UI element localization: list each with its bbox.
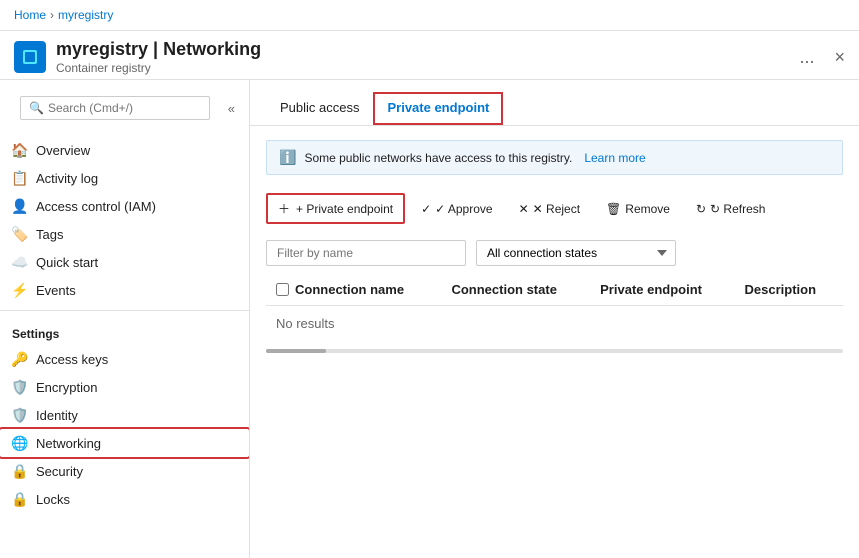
header-title-block: myregistry | Networking Container regist… xyxy=(56,39,789,75)
sidebar-divider xyxy=(0,310,249,311)
breadcrumb-separator: › xyxy=(50,8,54,22)
close-button[interactable]: × xyxy=(834,47,845,68)
sidebar-item-label: Identity xyxy=(36,408,78,423)
refresh-button[interactable]: ↻ ↻ Refresh xyxy=(686,197,775,221)
info-banner: ℹ️ Some public networks have access to t… xyxy=(266,140,843,175)
sidebar-item-label: Security xyxy=(36,464,83,479)
sidebar-item-access-keys[interactable]: 🔑 Access keys xyxy=(0,345,249,373)
quick-start-icon: ☁️ xyxy=(12,254,28,270)
sidebar: 🔍 « 🏠 Overview 📋 Activity log 👤 Access c… xyxy=(0,80,250,558)
breadcrumb: Home › myregistry xyxy=(14,8,113,22)
resource-icon xyxy=(14,41,46,73)
sidebar-item-label: Access control (IAM) xyxy=(36,199,156,214)
tags-icon: 🏷️ xyxy=(12,226,28,242)
identity-icon: 🛡️ xyxy=(12,407,28,423)
refresh-icon: ↻ xyxy=(696,202,706,216)
plus-icon: ＋ xyxy=(278,200,290,217)
content-area: Public access Private endpoint ℹ️ Some p… xyxy=(250,80,859,558)
breadcrumb-registry[interactable]: myregistry xyxy=(58,8,113,22)
sidebar-item-quick-start[interactable]: ☁️ Quick start xyxy=(0,248,249,276)
search-icon: 🔍 xyxy=(29,101,44,115)
remove-button[interactable]: 🗑 Remove xyxy=(596,197,680,221)
sidebar-item-label: Overview xyxy=(36,143,90,158)
no-results-message: No results xyxy=(266,306,843,342)
activity-log-icon: 📋 xyxy=(12,170,28,186)
search-input[interactable] xyxy=(48,101,201,115)
networking-icon: 🌐 xyxy=(12,435,28,451)
remove-icon: 🗑 xyxy=(606,202,621,216)
connection-state-filter[interactable]: All connection states xyxy=(476,240,676,266)
locks-icon: 🔒 xyxy=(12,491,28,507)
table-container: Connection name Connection state Private… xyxy=(250,274,859,353)
sidebar-item-label: Events xyxy=(36,283,76,298)
scroll-thumb[interactable] xyxy=(266,349,326,353)
sidebar-item-identity[interactable]: 🛡️ Identity xyxy=(0,401,249,429)
info-icon: ℹ️ xyxy=(279,149,296,166)
sidebar-item-tags[interactable]: 🏷️ Tags xyxy=(0,220,249,248)
page-header: myregistry | Networking Container regist… xyxy=(0,31,859,80)
table-header-state: Connection state xyxy=(441,274,590,306)
filter-by-name-input[interactable] xyxy=(266,240,466,266)
tab-private-endpoint[interactable]: Private endpoint xyxy=(375,94,501,121)
sidebar-item-events[interactable]: ⚡ Events xyxy=(0,276,249,304)
sidebar-item-label: Quick start xyxy=(36,255,98,270)
sidebar-item-locks[interactable]: 🔒 Locks xyxy=(0,485,249,513)
scroll-track xyxy=(266,349,843,353)
sidebar-item-security[interactable]: 🔒 Security xyxy=(0,457,249,485)
sidebar-item-networking[interactable]: 🌐 Networking xyxy=(0,429,249,457)
top-bar: Home › myregistry xyxy=(0,0,859,31)
sidebar-item-label: Locks xyxy=(36,492,70,507)
select-all-checkbox[interactable] xyxy=(276,283,289,296)
sidebar-item-label: Encryption xyxy=(36,380,97,395)
access-control-icon: 👤 xyxy=(12,198,28,214)
filter-row: All connection states xyxy=(250,232,859,274)
sidebar-item-access-control[interactable]: 👤 Access control (IAM) xyxy=(0,192,249,220)
sidebar-collapse-button[interactable]: « xyxy=(224,99,239,118)
add-private-endpoint-button[interactable]: ＋ + Private endpoint xyxy=(266,193,405,224)
table-header-select: Connection name xyxy=(266,274,441,306)
toolbar: ＋ + Private endpoint ✓ ✓ Approve ✕ ✕ Rej… xyxy=(250,185,859,232)
tabs-bar: Public access Private endpoint xyxy=(250,80,859,126)
table-header-description: Description xyxy=(735,274,843,306)
sidebar-item-label: Access keys xyxy=(36,352,108,367)
table-header-endpoint: Private endpoint xyxy=(590,274,734,306)
access-keys-icon: 🔑 xyxy=(12,351,28,367)
main-layout: 🔍 « 🏠 Overview 📋 Activity log 👤 Access c… xyxy=(0,80,859,558)
events-icon: ⚡ xyxy=(12,282,28,298)
approve-icon: ✓ xyxy=(421,202,431,216)
tab-public-access[interactable]: Public access xyxy=(266,92,373,125)
search-box[interactable]: 🔍 xyxy=(20,96,210,120)
page-title: myregistry | Networking xyxy=(56,39,789,60)
sidebar-item-label: Tags xyxy=(36,227,63,242)
sidebar-item-activity-log[interactable]: 📋 Activity log xyxy=(0,164,249,192)
overview-icon: 🏠 xyxy=(12,142,28,158)
security-icon: 🔒 xyxy=(12,463,28,479)
no-results-row: No results xyxy=(266,306,843,342)
sidebar-item-label: Activity log xyxy=(36,171,98,186)
sidebar-item-overview[interactable]: 🏠 Overview xyxy=(0,136,249,164)
reject-icon: ✕ xyxy=(519,202,529,216)
info-text: Some public networks have access to this… xyxy=(304,151,572,165)
encryption-icon: 🛡️ xyxy=(12,379,28,395)
learn-more-link[interactable]: Learn more xyxy=(584,151,645,165)
breadcrumb-home[interactable]: Home xyxy=(14,8,46,22)
sidebar-item-encryption[interactable]: 🛡️ Encryption xyxy=(0,373,249,401)
more-options-button[interactable]: ... xyxy=(799,47,814,68)
approve-button[interactable]: ✓ ✓ Approve xyxy=(411,197,502,221)
settings-section-label: Settings xyxy=(0,317,249,345)
connections-table: Connection name Connection state Private… xyxy=(266,274,843,341)
sidebar-item-label: Networking xyxy=(36,436,101,451)
page-subtitle: Container registry xyxy=(56,61,789,75)
reject-button[interactable]: ✕ ✕ Reject xyxy=(509,197,590,221)
